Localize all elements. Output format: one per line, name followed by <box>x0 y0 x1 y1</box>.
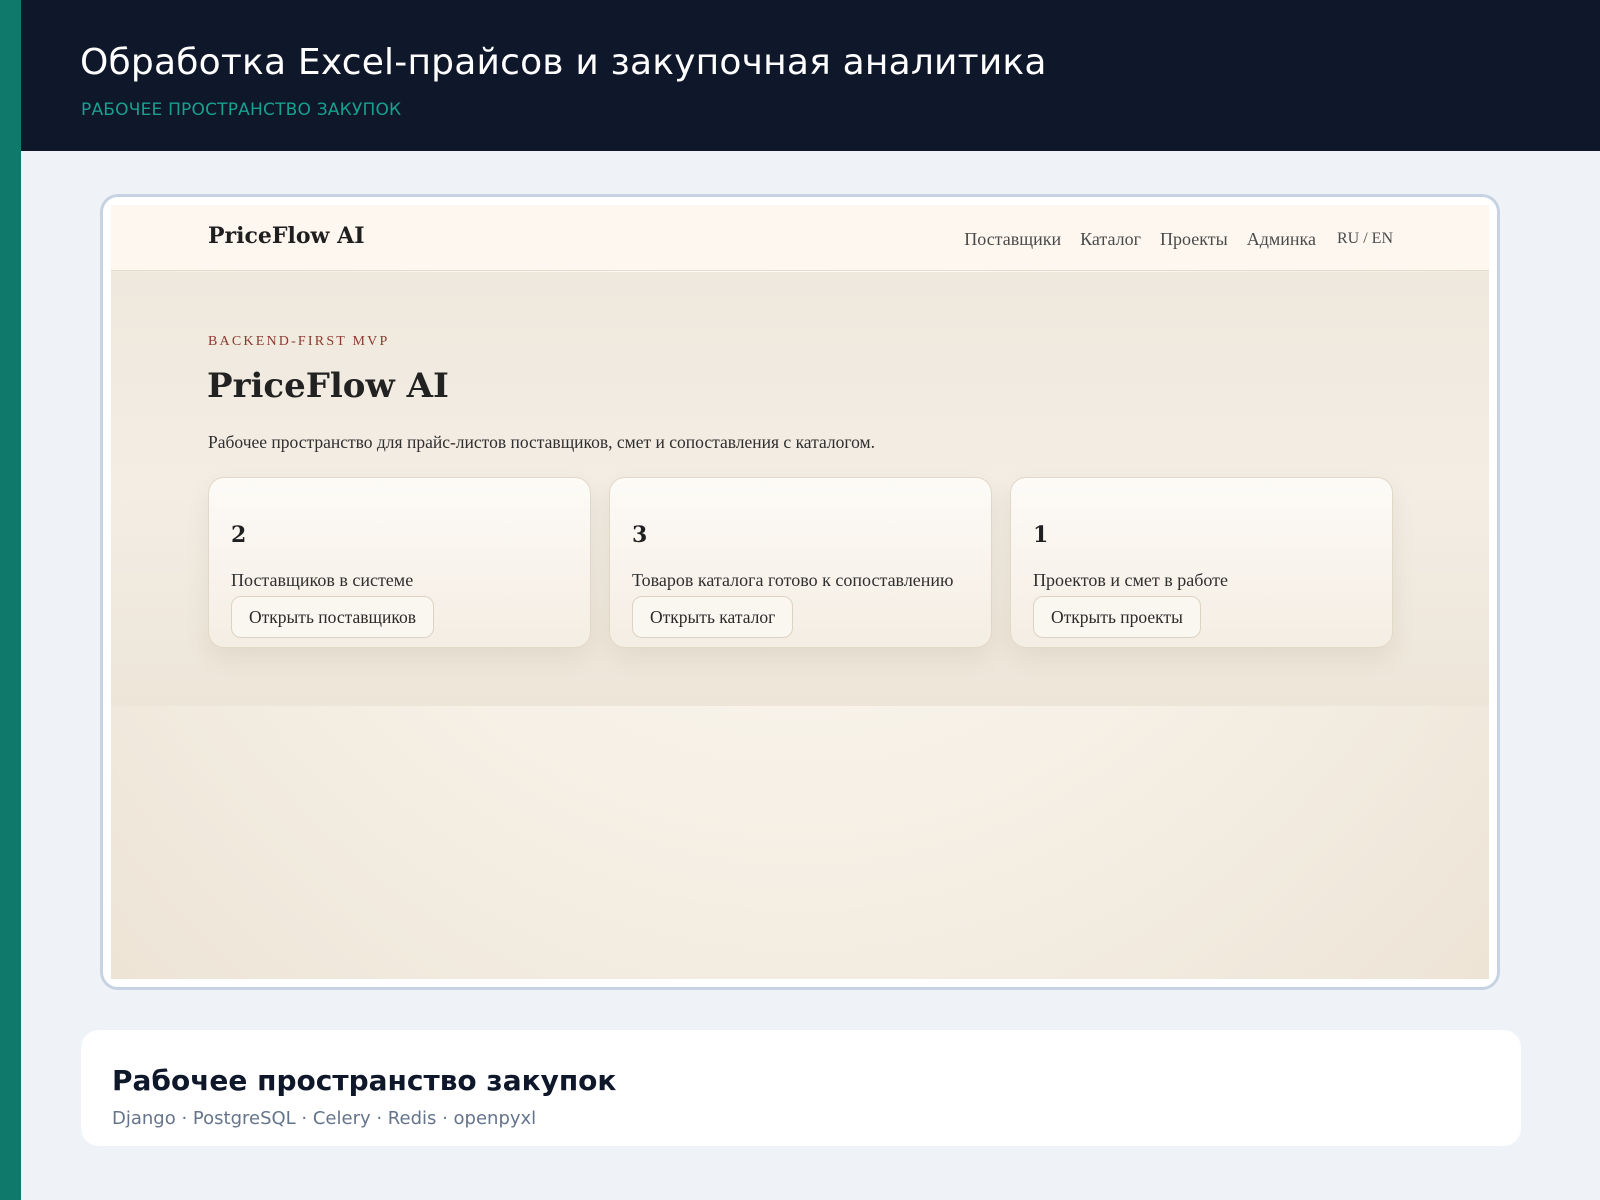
app-navbar: PriceFlow AI Поставщики Каталог Проекты … <box>111 205 1489 271</box>
accent-bar <box>0 0 21 1200</box>
stat-card-catalog: 3 Товаров каталога готово к сопоставлени… <box>609 477 992 648</box>
workspace-info-card: Рабочее пространство закупок Django · Po… <box>81 1030 1521 1146</box>
nav-link-catalog[interactable]: Каталог <box>1080 229 1141 250</box>
nav-link-suppliers[interactable]: Поставщики <box>964 229 1061 250</box>
open-suppliers-button[interactable]: Открыть поставщиков <box>231 596 434 638</box>
stat-card-suppliers: 2 Поставщиков в системе Открыть поставщи… <box>208 477 591 648</box>
hero-kicker: BACKEND-FIRST MVP <box>208 334 390 349</box>
stat-value: 2 <box>231 522 247 548</box>
stat-label: Проектов и смет в работе <box>1033 570 1228 590</box>
open-projects-button[interactable]: Открыть проекты <box>1033 596 1201 638</box>
hero-description: Рабочее пространство для прайс-листов по… <box>208 432 875 452</box>
nav-link-projects[interactable]: Проекты <box>1160 229 1228 250</box>
stat-cards: 2 Поставщиков в системе Открыть поставщи… <box>208 477 1393 648</box>
screenshot-frame: PriceFlow AI Поставщики Каталог Проекты … <box>100 194 1500 990</box>
stat-value: 3 <box>632 522 648 548</box>
tech-stack: Django · PostgreSQL · Celery · Redis · o… <box>112 1108 537 1129</box>
workspace-title: Рабочее пространство закупок <box>112 1064 617 1097</box>
stat-card-projects: 1 Проектов и смет в работе Открыть проек… <box>1010 477 1393 648</box>
stat-value: 1 <box>1033 522 1049 548</box>
open-catalog-button[interactable]: Открыть каталог <box>632 596 794 638</box>
brand-logo[interactable]: PriceFlow AI <box>208 223 365 249</box>
hero-title: PriceFlow AI <box>207 366 449 406</box>
nav-link-admin[interactable]: Админка <box>1247 229 1316 250</box>
page-subtitle: РАБОЧЕЕ ПРОСТРАНСТВО ЗАКУПОК <box>81 100 402 120</box>
app-preview: PriceFlow AI Поставщики Каталог Проекты … <box>111 205 1489 979</box>
hero-section: BACKEND-FIRST MVP PriceFlow AI Рабочее п… <box>111 272 1489 706</box>
page-header: Обработка Excel-прайсов и закупочная ана… <box>21 0 1600 151</box>
stat-label: Поставщиков в системе <box>231 570 414 590</box>
language-switch[interactable]: RU / EN <box>1337 229 1393 250</box>
page-title: Обработка Excel-прайсов и закупочная ана… <box>80 42 1047 83</box>
nav-links: Поставщики Каталог Проекты Админка RU / … <box>964 229 1393 250</box>
stat-label: Товаров каталога готово к сопоставлению <box>632 570 954 590</box>
